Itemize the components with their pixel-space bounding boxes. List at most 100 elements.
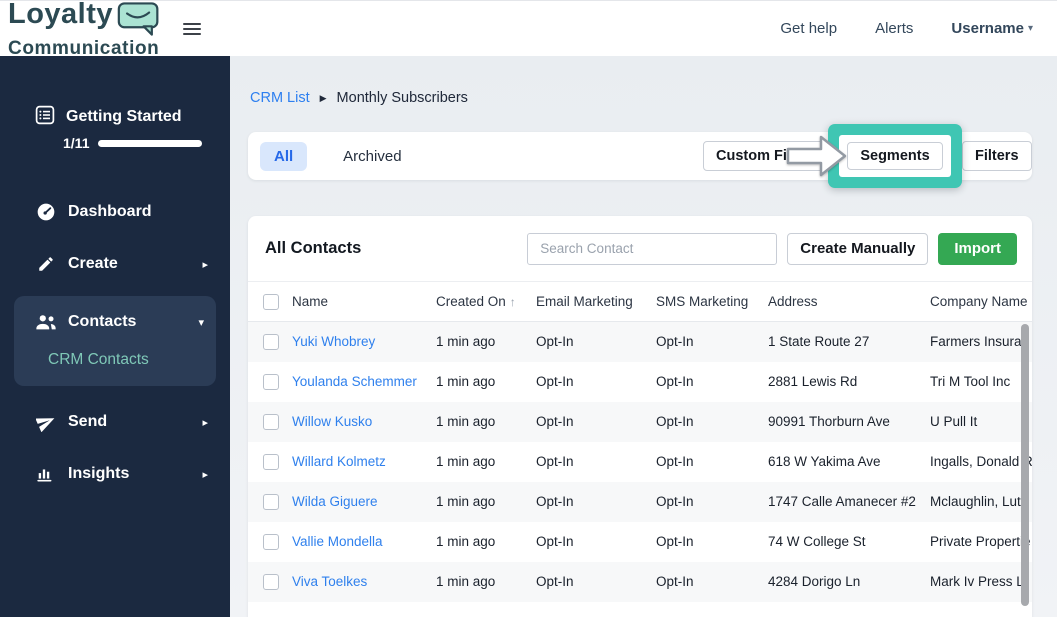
sidebar-item-send[interactable]: Send ▸ — [0, 400, 230, 444]
contact-name-link[interactable]: Wilda Giguere — [292, 494, 378, 509]
vertical-scrollbar-thumb[interactable] — [1021, 324, 1029, 606]
sidebar-item-contacts[interactable]: Contacts ▾ — [14, 302, 216, 342]
caret-right-icon: ▸ — [202, 468, 208, 481]
breadcrumb-separator-icon: ▶ — [319, 92, 327, 103]
cell-email-marketing: Opt-In — [536, 334, 574, 350]
username-menu[interactable]: Username ▾ — [951, 20, 1033, 37]
import-button[interactable]: Import — [938, 232, 1017, 265]
column-header-created-on[interactable]: Created On ↑ — [426, 281, 526, 322]
get-help-link[interactable]: Get help — [780, 20, 837, 37]
vertical-scrollbar — [1021, 322, 1030, 617]
breadcrumb: CRM List ▶ Monthly Subscribers — [250, 90, 1057, 106]
contact-name-link[interactable]: Viva Toelkes — [292, 574, 367, 589]
row-checkbox[interactable] — [263, 453, 279, 470]
getting-started-progress-bar — [98, 139, 203, 147]
cell-sms-marketing: Opt-In — [656, 454, 694, 469]
panel-title: All Contacts — [265, 239, 362, 257]
cell-address: 1 State Route 27 — [768, 334, 870, 350]
contacts-people-icon — [35, 313, 57, 331]
cell-email-marketing: Opt-In — [536, 414, 574, 429]
cell-company-name: Ingalls, Donald R — [930, 454, 1032, 469]
cell-address: 4284 Dorigo Ln — [768, 574, 861, 589]
cell-sms-marketing: Opt-In — [656, 334, 694, 350]
cell-company-name: Private Propertie — [930, 534, 1031, 549]
cell-created-on: 1 min ago — [436, 574, 496, 589]
filters-button[interactable]: Filters — [962, 141, 1032, 171]
row-checkbox[interactable] — [263, 533, 279, 550]
table-row: Yuki Whobrey 1 min ago Opt-In Opt-In 1 S… — [248, 321, 1032, 362]
column-header-address: Address — [758, 281, 920, 322]
dashboard-label: Dashboard — [68, 203, 152, 220]
bar-chart-icon — [35, 465, 57, 483]
sidebar-item-getting-started[interactable]: Getting Started 1/11 — [0, 104, 230, 154]
contact-name-link[interactable]: Youlanda Schemmer — [292, 374, 417, 389]
insights-label: Insights — [68, 465, 130, 482]
search-contact-input[interactable] — [527, 232, 778, 265]
create-label: Create — [68, 255, 118, 272]
row-checkbox[interactable] — [263, 573, 279, 590]
contacts-table: Name Created On ↑ Email Marketing SMS Mar… — [248, 281, 1032, 602]
tab-archived[interactable]: Archived — [343, 148, 401, 165]
contact-name-link[interactable]: Willard Kolmetz — [292, 454, 386, 469]
cell-company-name: Farmers Insuran — [930, 334, 1030, 350]
alerts-link[interactable]: Alerts — [875, 20, 913, 37]
main-content: CRM List ▶ Monthly Subscribers All Archi… — [230, 56, 1057, 617]
segments-highlight-box: Segments — [828, 124, 962, 188]
cell-email-marketing: Opt-In — [536, 374, 574, 389]
cell-company-name: Mark Iv Press Lt — [930, 574, 1028, 589]
select-all-checkbox[interactable] — [263, 293, 279, 310]
cell-created-on: 1 min ago — [436, 334, 496, 350]
column-header-email-marketing: Email Marketing — [526, 281, 646, 322]
cell-email-marketing: Opt-In — [536, 454, 574, 469]
cell-address: 74 W College St — [768, 534, 866, 549]
row-checkbox[interactable] — [263, 373, 279, 390]
send-label: Send — [68, 413, 108, 430]
cell-sms-marketing: Opt-In — [656, 414, 694, 429]
breadcrumb-crm-list-link[interactable]: CRM List — [250, 90, 310, 106]
caret-right-icon: ▸ — [202, 416, 208, 429]
cell-company-name: U Pull It — [930, 414, 978, 429]
table-header-row: Name Created On ↑ Email Marketing SMS Mar… — [248, 281, 1032, 322]
cell-created-on: 1 min ago — [436, 414, 496, 429]
create-manually-button[interactable]: Create Manually — [787, 232, 929, 265]
cell-sms-marketing: Opt-In — [656, 534, 694, 549]
row-checkbox[interactable] — [263, 333, 279, 350]
contact-name-link[interactable]: Vallie Mondella — [292, 534, 383, 549]
speedometer-icon — [35, 202, 57, 222]
contacts-panel-header: All Contacts Create Manually Import — [248, 216, 1032, 281]
contact-name-link[interactable]: Willow Kusko — [292, 414, 372, 429]
top-header: Loyalty Communication Get help Alerts Us… — [0, 0, 1057, 58]
row-checkbox[interactable] — [263, 413, 279, 430]
pencil-icon — [35, 255, 57, 273]
checklist-icon — [35, 105, 55, 130]
contact-name-link[interactable]: Yuki Whobrey — [292, 334, 375, 349]
table-row: Vallie Mondella 1 min ago Opt-In Opt-In … — [248, 521, 1032, 562]
cell-email-marketing: Opt-In — [536, 494, 574, 509]
pointer-arrow-icon — [786, 133, 848, 184]
logo-text-line1: Loyalty — [8, 0, 114, 30]
cell-created-on: 1 min ago — [436, 494, 496, 509]
sidebar: Getting Started 1/11 Dashboard Create ▸ — [0, 56, 230, 617]
segments-button[interactable]: Segments — [847, 142, 943, 170]
contacts-panel: All Contacts Create Manually Import Name… — [248, 216, 1032, 617]
caret-right-icon: ▸ — [202, 258, 208, 271]
row-checkbox[interactable] — [263, 493, 279, 510]
sidebar-item-create[interactable]: Create ▸ — [0, 242, 230, 286]
cell-address: 1747 Calle Amanecer #2 — [768, 494, 916, 509]
menu-icon[interactable] — [183, 22, 202, 35]
table-row: Youlanda Schemmer 1 min ago Opt-In Opt-I… — [248, 361, 1032, 402]
column-header-name: Name — [282, 281, 426, 322]
tab-all[interactable]: All — [260, 141, 308, 171]
sidebar-item-insights[interactable]: Insights ▸ — [0, 452, 230, 496]
sort-asc-icon: ↑ — [509, 295, 516, 309]
table-row: Viva Toelkes 1 min ago Opt-In Opt-In 428… — [248, 561, 1032, 602]
cell-sms-marketing: Opt-In — [656, 494, 694, 509]
app-logo[interactable]: Loyalty Communication — [8, 0, 161, 58]
username-label: Username — [951, 20, 1024, 37]
sidebar-item-dashboard[interactable]: Dashboard — [0, 190, 230, 234]
sidebar-item-crm-contacts[interactable]: CRM Contacts — [14, 342, 216, 378]
cell-address: 2881 Lewis Rd — [768, 374, 858, 389]
cell-address: 90991 Thorburn Ave — [768, 414, 890, 429]
getting-started-label: Getting Started — [66, 108, 182, 125]
segments-highlight-inner: Segments — [839, 135, 951, 177]
